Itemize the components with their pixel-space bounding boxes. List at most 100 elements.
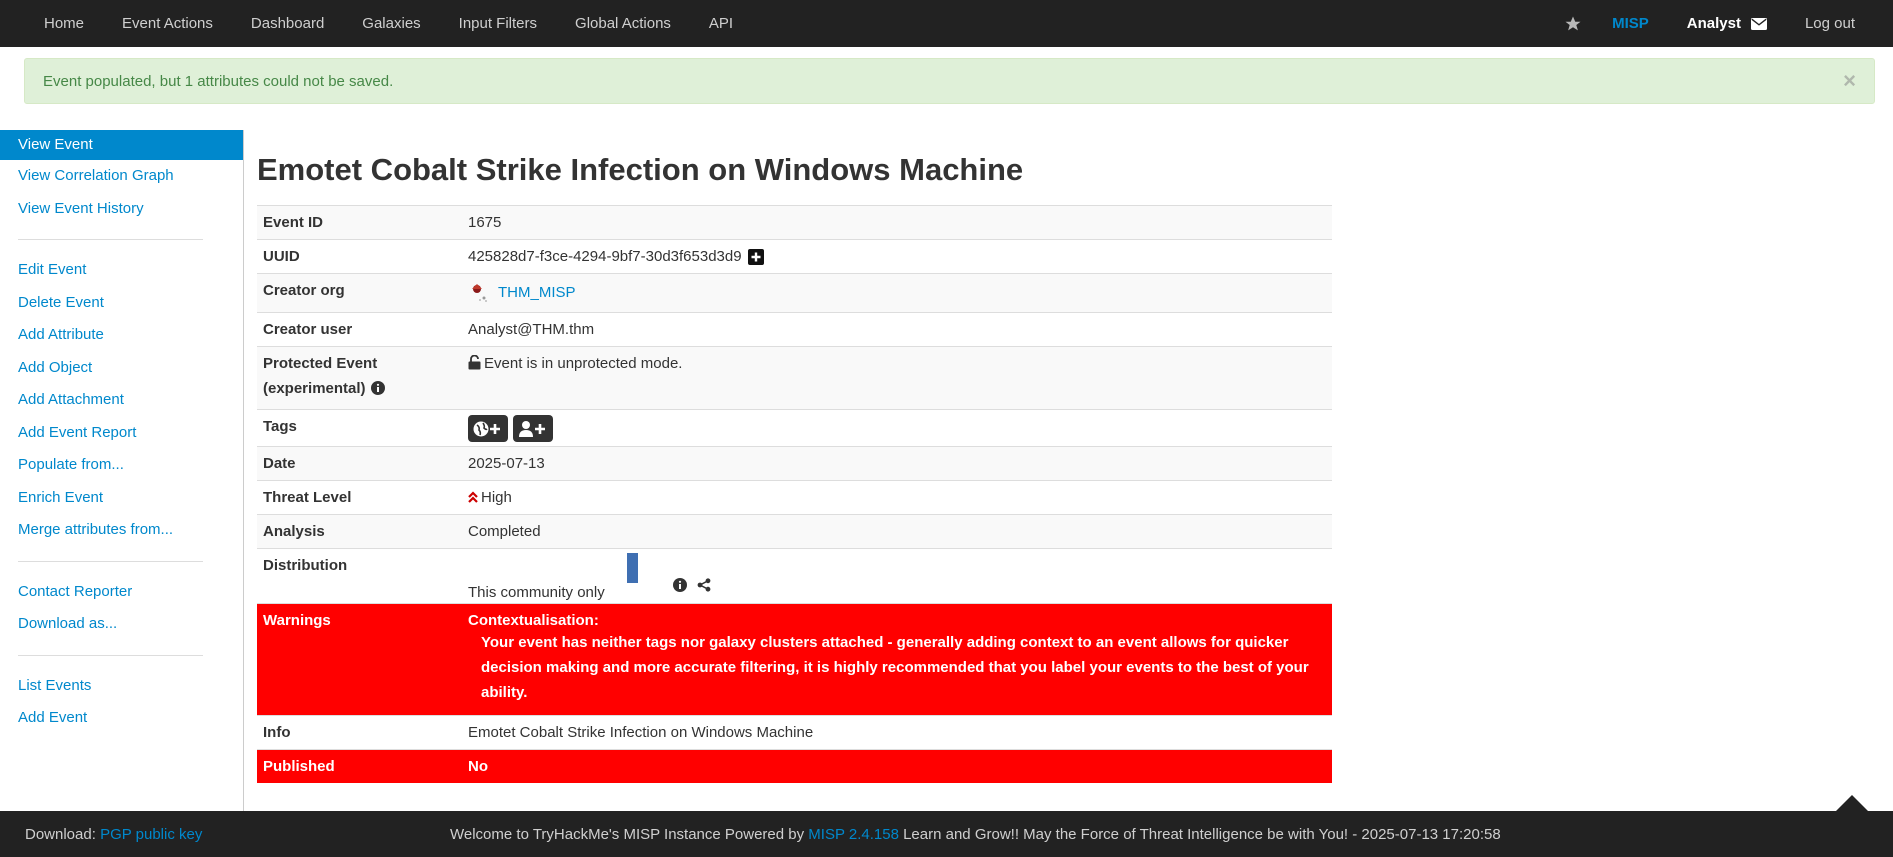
warnings-cell: Contextualisation: Your event has neithe… [462, 603, 1332, 716]
nav-dashboard[interactable]: Dashboard [251, 15, 324, 32]
alert-message: Event populated, but 1 attributes could … [43, 72, 394, 90]
threat-level-cell: High [462, 480, 1332, 515]
side-add-event-report[interactable]: Add Event Report [0, 417, 243, 450]
protected-label-line1: Protected Event [263, 355, 378, 372]
tags-cell [462, 409, 1332, 447]
add-global-tag-button[interactable] [468, 415, 508, 442]
info-icon[interactable] [370, 381, 385, 395]
side-download-as[interactable]: Download as... [0, 608, 243, 641]
side-delete-event[interactable]: Delete Event [0, 287, 243, 320]
published-label: Published [257, 749, 462, 783]
creator-org-cell: THM_MISP [462, 273, 1332, 313]
threat-level-value: High [481, 489, 512, 506]
protected-status: Event is in unprotected mode. [484, 355, 683, 372]
misp-home-link[interactable]: MISP [1612, 15, 1649, 32]
side-add-attachment[interactable]: Add Attachment [0, 384, 243, 417]
top-navbar: Home Event Actions Dashboard Galaxies In… [0, 0, 1893, 47]
alert-close-button[interactable]: × [1843, 68, 1856, 94]
side-divider [18, 560, 203, 562]
nav-galaxies[interactable]: Galaxies [362, 15, 420, 32]
side-enrich-event[interactable]: Enrich Event [0, 482, 243, 515]
event-details-table: Event ID 1675 UUID 425828d7-f3ce-4294-9b… [257, 205, 1332, 783]
footer: Download: PGP public key Welcome to TryH… [0, 811, 1893, 857]
side-contact-reporter[interactable]: Contact Reporter [0, 576, 243, 609]
nav-api[interactable]: API [709, 15, 733, 32]
org-logo-icon [472, 284, 487, 302]
side-populate-from[interactable]: Populate from... [0, 449, 243, 482]
event-id-label: Event ID [257, 205, 462, 240]
table-row: Distribution This community only [257, 548, 1332, 604]
creator-org-link[interactable]: THM_MISP [498, 284, 576, 301]
warning-text: Your event has neither tags nor galaxy c… [481, 634, 1309, 701]
side-view-correlation-graph[interactable]: View Correlation Graph [0, 160, 243, 193]
download-prefix: Download: [25, 825, 96, 843]
creator-org-label: Creator org [257, 273, 462, 313]
share-icon[interactable] [697, 578, 711, 592]
warning-title: Contextualisation: [468, 612, 599, 629]
user-menu: MISP Analyst Log out [1564, 0, 1893, 47]
creator-user-value: Analyst@THM.thm [462, 312, 1332, 347]
info-icon[interactable] [672, 578, 687, 592]
info-label: Info [257, 715, 462, 750]
distribution-value: This community only [468, 584, 605, 601]
warnings-label: Warnings [257, 603, 462, 716]
nav-input-filters[interactable]: Input Filters [459, 15, 537, 32]
welcome-prefix: Welcome to TryHackMe's MISP Instance Pow… [450, 825, 805, 843]
tags-label: Tags [257, 409, 462, 447]
nav-event-actions[interactable]: Event Actions [122, 15, 213, 32]
double-chevron-up-icon [468, 491, 478, 503]
side-add-attribute[interactable]: Add Attribute [0, 319, 243, 352]
footer-welcome: Welcome to TryHackMe's MISP Instance Pow… [450, 826, 1501, 843]
table-row: UUID 425828d7-f3ce-4294-9bf7-30d3f653d3d… [257, 239, 1332, 274]
event-view: Emotet Cobalt Strike Infection on Window… [257, 140, 1332, 783]
page-title: Emotet Cobalt Strike Infection on Window… [257, 152, 1024, 187]
table-row: Protected Event (experimental) Event is … [257, 346, 1332, 410]
welcome-suffix: Learn and Grow!! May the Force of Threat… [903, 825, 1501, 843]
protected-event-label: Protected Event (experimental) [257, 346, 462, 410]
side-merge-attributes[interactable]: Merge attributes from... [0, 514, 243, 547]
distribution-actions [672, 578, 721, 592]
globe-plus-icon [473, 421, 500, 436]
table-row: Info Emotet Cobalt Strike Infection on W… [257, 715, 1332, 750]
side-view-event-history[interactable]: View Event History [0, 193, 243, 226]
warnings-row: Warnings Contextualisation: Your event h… [257, 603, 1332, 716]
side-list-events[interactable]: List Events [0, 670, 243, 703]
logout-link[interactable]: Log out [1805, 15, 1855, 32]
unlock-icon [468, 355, 481, 370]
success-alert: Event populated, but 1 attributes could … [24, 58, 1875, 104]
uuid-label: UUID [257, 239, 462, 274]
main-menu: Home Event Actions Dashboard Galaxies In… [0, 15, 771, 32]
envelope-icon[interactable] [1750, 17, 1767, 30]
nav-global-actions[interactable]: Global Actions [575, 15, 671, 32]
side-divider [18, 239, 203, 240]
table-row: Threat Level High [257, 480, 1332, 515]
side-add-event[interactable]: Add Event [0, 702, 243, 735]
add-uuid-plus-icon[interactable] [747, 248, 764, 265]
threat-level-label: Threat Level [257, 480, 462, 515]
add-local-tag-button[interactable] [513, 415, 553, 442]
side-edit-event[interactable]: Edit Event [0, 254, 243, 287]
footer-download: Download: PGP public key [25, 826, 202, 843]
published-row: Published No [257, 749, 1332, 783]
table-row: Creator user Analyst@THM.thm [257, 312, 1332, 347]
table-row: Analysis Completed [257, 514, 1332, 549]
pgp-key-link[interactable]: PGP public key [100, 826, 202, 843]
side-divider [18, 654, 203, 656]
event-id-value: 1675 [462, 205, 1332, 240]
analysis-label: Analysis [257, 514, 462, 549]
scroll-to-top-button[interactable] [1836, 795, 1868, 811]
distribution-graph-bar[interactable] [626, 553, 638, 583]
star-icon[interactable] [1564, 15, 1582, 33]
published-value: No [462, 749, 1332, 783]
date-value: 2025-07-13 [462, 446, 1332, 481]
table-row: Tags [257, 409, 1332, 447]
nav-home[interactable]: Home [44, 15, 84, 32]
date-label: Date [257, 446, 462, 481]
user-profile-link[interactable]: Analyst [1687, 15, 1767, 32]
side-view-event[interactable]: View Event [0, 130, 243, 160]
side-menu: View Event View Correlation Graph View E… [0, 130, 244, 811]
creator-user-label: Creator user [257, 312, 462, 347]
misp-version-link[interactable]: MISP 2.4.158 [808, 826, 899, 843]
side-add-object[interactable]: Add Object [0, 352, 243, 385]
user-plus-icon [519, 420, 545, 437]
